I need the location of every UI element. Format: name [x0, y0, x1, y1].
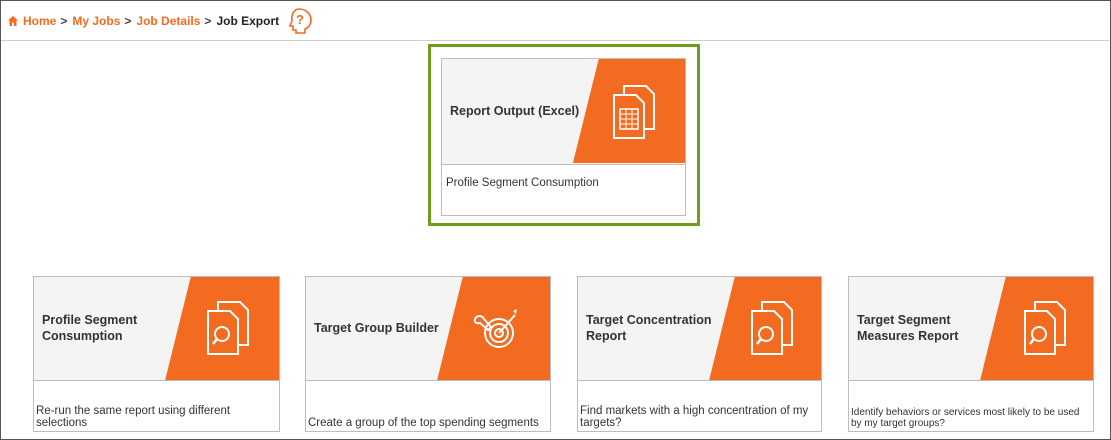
card-header: Target Group Builder — [306, 277, 550, 381]
card-description: Create a group of the top spending segme… — [308, 416, 539, 429]
card-description: Identify behaviors or services most like… — [851, 407, 1080, 429]
breadcrumb-separator: > — [124, 13, 132, 28]
card-title: Target Segment Measures Report — [857, 313, 959, 343]
profile-segment-consumption-card[interactable]: Profile Segment Consumption Re-run the s… — [33, 276, 280, 432]
breadcrumb-separator: > — [60, 13, 68, 28]
card-header: Report Output (Excel) — [442, 59, 685, 165]
target-group-builder-card[interactable]: Target Group Builder Create a group of t… — [305, 276, 551, 432]
document-search-icon — [1024, 301, 1066, 355]
document-search-icon — [207, 301, 249, 355]
card-title: Target Group Builder — [314, 321, 439, 336]
card-header: Target Concentration Report — [578, 277, 821, 381]
card-header: Profile Segment Consumption — [34, 277, 279, 381]
breadcrumb-my-jobs[interactable]: My Jobs — [72, 14, 120, 28]
target-concentration-report-card[interactable]: Target Concentration Report Find markets… — [577, 276, 822, 432]
card-header: Target Segment Measures Report — [849, 277, 1093, 381]
breadcrumb-current: Job Export — [216, 13, 280, 28]
report-output-card[interactable]: Report Output (Excel) Profile Segment Co… — [441, 58, 686, 216]
card-title: Target Concentration Report — [586, 313, 712, 343]
breadcrumb-job-details[interactable]: Job Details — [136, 14, 200, 28]
card-description: Profile Segment Consumption — [446, 177, 599, 189]
card-description: Re-run the same report using different s… — [36, 404, 231, 429]
breadcrumb: Home > My Jobs > Job Details > Job Expor… — [1, 1, 1109, 41]
breadcrumb-home[interactable]: Home — [23, 14, 56, 28]
home-icon[interactable] — [7, 15, 19, 27]
target-wrench-icon — [473, 309, 517, 348]
card-description: Find markets with a high concentration o… — [580, 404, 809, 429]
help-question-icon[interactable]: ? — [285, 7, 315, 35]
card-title: Profile Segment Consumption — [42, 313, 138, 343]
breadcrumb-separator: > — [204, 13, 212, 28]
target-segment-measures-report-card[interactable]: Target Segment Measures Report Identify … — [848, 276, 1094, 432]
svg-text:?: ? — [296, 12, 304, 27]
card-title: Report Output (Excel) — [450, 104, 580, 119]
document-spreadsheet-icon — [613, 85, 655, 139]
document-search-icon — [751, 301, 793, 355]
